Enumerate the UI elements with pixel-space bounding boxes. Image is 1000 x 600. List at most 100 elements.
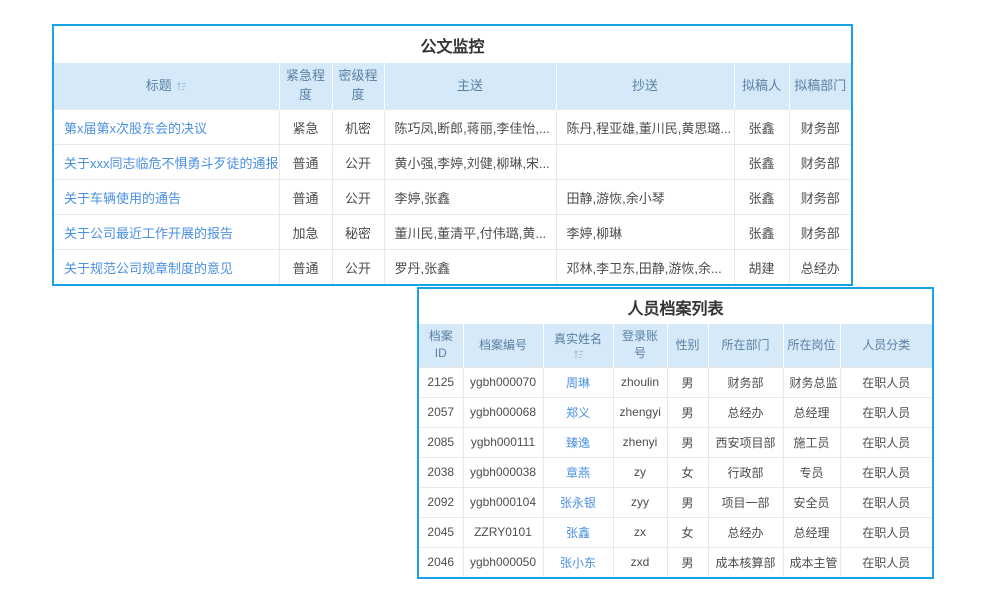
cell-main-send: 罗丹,张鑫: [384, 250, 556, 285]
cell-login-account: zhengyi: [613, 397, 667, 427]
person-name-link[interactable]: 章燕: [566, 466, 590, 480]
table-row: 2045 ZZRY0101 张鑫 zx 女 总经办 总经理 在职人员: [419, 517, 932, 547]
cell-gender: 女: [667, 457, 708, 487]
cell-department: 项目一部: [708, 487, 783, 517]
cell-archive-code: ygbh000104: [463, 487, 543, 517]
sort-amount-icon: [573, 349, 584, 360]
cell-login-account: zy: [613, 457, 667, 487]
doc-title-link[interactable]: 关于规范公司规章制度的意见: [64, 261, 233, 276]
person-name-link[interactable]: 张小东: [560, 556, 596, 570]
cell-category: 在职人员: [840, 397, 932, 427]
person-name-link[interactable]: 郑义: [566, 406, 590, 420]
col-header-department: 所在部门: [708, 324, 783, 367]
cell-real-name: 章燕: [543, 457, 613, 487]
doc-monitor-table: 标题 紧急程度 密级程度 主送 抄送 拟稿人 拟稿部门: [54, 63, 851, 284]
doc-title-link[interactable]: 关于xxx同志临危不惧勇斗歹徒的通报: [64, 156, 279, 171]
cell-draft-dept: 财务部: [789, 180, 851, 215]
col-header-label: 真实姓名: [554, 331, 602, 348]
cell-department: 成本核算部: [708, 547, 783, 577]
sort-amount-icon: [176, 81, 187, 92]
cell-post: 成本主管: [783, 547, 840, 577]
personnel-archive-panel: 人员档案列表 档案ID 档案编号 真实姓名: [417, 287, 934, 579]
cell-secrecy: 秘密: [332, 215, 384, 250]
personnel-header-row: 档案ID 档案编号 真实姓名 登录账号 性别 所在部: [419, 324, 932, 367]
doc-monitor-title: 公文监控: [54, 26, 851, 63]
cell-login-account: zhenyi: [613, 427, 667, 457]
cell-cc: 李婷,柳琳: [556, 215, 734, 250]
cell-main-send: 李婷,张鑫: [384, 180, 556, 215]
cell-title: 关于xxx同志临危不惧勇斗歹徒的通报: [54, 145, 279, 180]
col-header-archive-code: 档案编号: [463, 324, 543, 367]
cell-archive-id: 2092: [419, 487, 463, 517]
cell-gender: 男: [667, 397, 708, 427]
cell-login-account: zxd: [613, 547, 667, 577]
col-header-drafter: 拟稿人: [734, 63, 789, 110]
cell-urgency: 普通: [279, 250, 332, 285]
cell-main-send: 陈巧凤,断郎,蒋丽,李佳怡,...: [384, 110, 556, 145]
table-row: 关于车辆使用的通告 普通 公开 李婷,张鑫 田静,游恢,余小琴 张鑫 财务部: [54, 180, 851, 215]
cell-title: 关于规范公司规章制度的意见: [54, 250, 279, 285]
cell-title: 第x届第x次股东会的决议: [54, 110, 279, 145]
cell-archive-id: 2057: [419, 397, 463, 427]
cell-cc: 邓林,李卫东,田静,游恢,余...: [556, 250, 734, 285]
doc-title-link[interactable]: 关于公司最近工作开展的报告: [64, 226, 233, 241]
col-header-login-account: 登录账号: [613, 324, 667, 367]
table-row: 2085 ygbh000111 臻逸 zhenyi 男 西安项目部 施工员 在职…: [419, 427, 932, 457]
person-name-link[interactable]: 周琳: [566, 376, 590, 390]
doc-title-link[interactable]: 第x届第x次股东会的决议: [64, 121, 207, 136]
col-header-gender: 性别: [667, 324, 708, 367]
cell-main-send: 董川民,董清平,付伟璐,黄...: [384, 215, 556, 250]
personnel-table: 档案ID 档案编号 真实姓名 登录账号 性别 所在部: [419, 324, 932, 577]
cell-archive-code: ygbh000050: [463, 547, 543, 577]
person-name-link[interactable]: 张鑫: [566, 526, 590, 540]
cell-category: 在职人员: [840, 457, 932, 487]
cell-archive-code: ZZRY0101: [463, 517, 543, 547]
doc-title-link[interactable]: 关于车辆使用的通告: [64, 191, 181, 206]
cell-real-name: 臻逸: [543, 427, 613, 457]
col-header-category: 人员分类: [840, 324, 932, 367]
table-row: 2057 ygbh000068 郑义 zhengyi 男 总经办 总经理 在职人…: [419, 397, 932, 427]
cell-title: 关于公司最近工作开展的报告: [54, 215, 279, 250]
cell-real-name: 郑义: [543, 397, 613, 427]
cell-real-name: 周琳: [543, 367, 613, 397]
col-header-post: 所在岗位: [783, 324, 840, 367]
cell-gender: 男: [667, 427, 708, 457]
cell-department: 行政部: [708, 457, 783, 487]
cell-post: 安全员: [783, 487, 840, 517]
cell-archive-id: 2085: [419, 427, 463, 457]
cell-drafter: 张鑫: [734, 180, 789, 215]
cell-draft-dept: 财务部: [789, 215, 851, 250]
table-row: 关于规范公司规章制度的意见 普通 公开 罗丹,张鑫 邓林,李卫东,田静,游恢,余…: [54, 250, 851, 285]
cell-real-name: 张永银: [543, 487, 613, 517]
cell-archive-code: ygbh000068: [463, 397, 543, 427]
cell-drafter: 张鑫: [734, 215, 789, 250]
cell-category: 在职人员: [840, 547, 932, 577]
cell-archive-id: 2038: [419, 457, 463, 487]
table-row: 关于公司最近工作开展的报告 加急 秘密 董川民,董清平,付伟璐,黄... 李婷,…: [54, 215, 851, 250]
cell-post: 总经理: [783, 397, 840, 427]
cell-department: 西安项目部: [708, 427, 783, 457]
cell-drafter: 张鑫: [734, 145, 789, 180]
col-header-real-name[interactable]: 真实姓名: [543, 324, 613, 367]
cell-archive-code: ygbh000038: [463, 457, 543, 487]
cell-gender: 女: [667, 517, 708, 547]
cell-urgency: 加急: [279, 215, 332, 250]
person-name-link[interactable]: 张永银: [560, 496, 596, 510]
cell-archive-id: 2045: [419, 517, 463, 547]
doc-header-row: 标题 紧急程度 密级程度 主送 抄送 拟稿人 拟稿部门: [54, 63, 851, 110]
col-header-cc: 抄送: [556, 63, 734, 110]
cell-post: 施工员: [783, 427, 840, 457]
cell-draft-dept: 财务部: [789, 110, 851, 145]
cell-archive-id: 2046: [419, 547, 463, 577]
cell-department: 总经办: [708, 397, 783, 427]
cell-cc: 陈丹,程亚雄,董川民,黄思璐...: [556, 110, 734, 145]
col-header-doc-title[interactable]: 标题: [54, 63, 279, 110]
cell-post: 财务总监: [783, 367, 840, 397]
cell-gender: 男: [667, 367, 708, 397]
cell-gender: 男: [667, 547, 708, 577]
table-row: 2092 ygbh000104 张永银 zyy 男 项目一部 安全员 在职人员: [419, 487, 932, 517]
cell-post: 总经理: [783, 517, 840, 547]
person-name-link[interactable]: 臻逸: [566, 436, 590, 450]
cell-real-name: 张小东: [543, 547, 613, 577]
cell-cc: [556, 145, 734, 180]
